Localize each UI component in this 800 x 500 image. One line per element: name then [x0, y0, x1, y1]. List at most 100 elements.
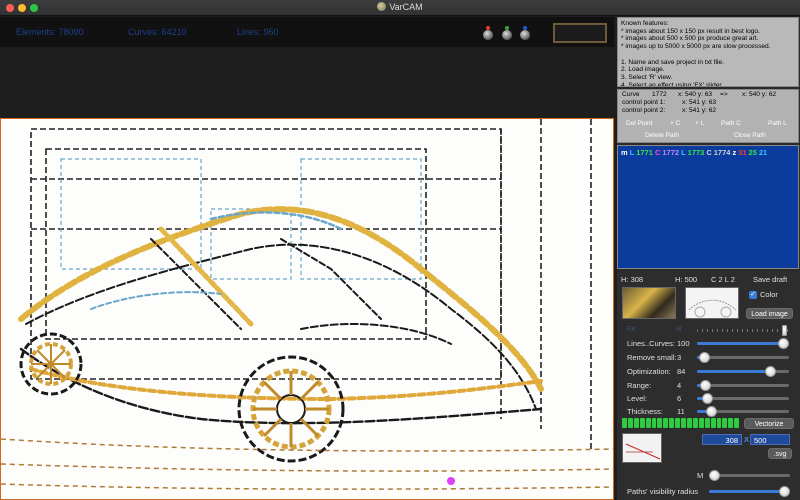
remove-small-thumb[interactable] [699, 352, 711, 363]
red-knob[interactable] [483, 30, 493, 40]
optimization-slider[interactable] [697, 366, 789, 377]
save-svg-button[interactable]: .svg [768, 448, 792, 459]
cp2-value: x: 541 y: 62 [682, 107, 717, 114]
m-slider[interactable] [709, 470, 790, 481]
fx-slider[interactable] [697, 325, 789, 336]
path-c-button[interactable]: Path C [721, 120, 741, 127]
path-l-button[interactable]: Path L [768, 120, 787, 127]
fx-slider-thumb[interactable] [782, 325, 788, 336]
path-token: L [681, 148, 686, 157]
range-thumb[interactable] [700, 380, 712, 391]
vector-thumb-sketch [688, 299, 737, 318]
dimension-x-label: X [744, 435, 750, 444]
visibility-radius-thumb[interactable] [779, 486, 790, 497]
notes-line: 2. Load image. [621, 66, 665, 74]
curve-from: x: 540 y: 63 [678, 91, 713, 98]
level-label: Level: [627, 394, 648, 403]
lines-curves-slider[interactable] [697, 338, 789, 349]
cp2-label: control point 2: [622, 107, 666, 114]
progress-segment [639, 418, 645, 428]
curve-info-panel: Curve 1772 x: 540 y: 63 => x: 540 y: 62 … [617, 89, 799, 143]
car-sketch-drawing [1, 119, 613, 490]
green-knob[interactable] [502, 30, 512, 40]
original-image-thumbnail[interactable] [622, 287, 676, 319]
height-label: H: 308 [621, 275, 644, 284]
close-path-button[interactable]: Close Path [734, 132, 766, 139]
remove-small-slider[interactable] [697, 352, 789, 363]
path-token: 1773 [687, 148, 705, 157]
app-icon [377, 2, 387, 11]
notes-line [621, 51, 795, 59]
path-token: 31 [738, 148, 747, 157]
save-draft-button[interactable]: Save draft [753, 275, 787, 284]
progress-segment [698, 418, 704, 428]
optimization-label: Optimization: [627, 367, 671, 376]
notes-line: * images about 500 x 500 px produce grea… [621, 35, 759, 43]
add-curve-button[interactable]: + C [670, 120, 680, 127]
lines-curves-fill [697, 342, 784, 345]
window-title-text: VarCAM [389, 2, 423, 12]
path-token: 1772 [662, 148, 680, 157]
lines-curves-label: Lines..Curves: [627, 339, 675, 348]
path-token: 1771 [636, 148, 653, 157]
m-label: M [697, 471, 704, 480]
add-line-button[interactable]: + L [695, 120, 704, 127]
visibility-radius-slider[interactable] [709, 486, 790, 497]
visibility-radius-label: Paths' visibility radius [627, 487, 699, 496]
cp1-label: control point 1: [622, 99, 666, 106]
output-width-field[interactable]: 308 [702, 434, 742, 445]
lines-curves-thumb[interactable] [778, 338, 789, 349]
top-stats-bar: Elements: 78090 Curves: 64210 Lines: 960 [0, 17, 614, 47]
thickness-label: Thickness: [627, 407, 663, 416]
thickness-thumb[interactable] [705, 406, 717, 417]
color-swatch[interactable] [553, 23, 607, 43]
delete-path-button[interactable]: Delete Path [645, 132, 679, 139]
range-slider[interactable] [697, 380, 789, 391]
blue-knob[interactable] [520, 30, 530, 40]
curves-count: Curves: 64210 [128, 27, 187, 37]
controls-panel: H: 308 H: 500 C 2 L 2 Save draft ✓ Color… [617, 271, 800, 500]
notes-line: * images up to 5000 x 5000 px are slow p… [621, 43, 771, 51]
curve-to: x: 540 y: 62 [742, 91, 777, 98]
notes-line: Known features: [621, 20, 669, 27]
m-thumb[interactable] [709, 470, 720, 481]
path-token: 1774 [713, 148, 731, 157]
optimization-thumb[interactable] [765, 366, 777, 377]
notes-line: 3. Select 'R' view. [621, 73, 673, 81]
color-checkbox[interactable]: ✓ [749, 291, 757, 299]
notes-line: * images about 150 x 150 px result in be… [621, 27, 760, 35]
load-image-button[interactable]: Load image [746, 308, 793, 319]
progress-segment [622, 418, 627, 428]
progress-segment [692, 418, 698, 428]
progress-segment [645, 418, 651, 428]
progress-segment [675, 418, 681, 428]
window-title: VarCAM [0, 2, 800, 12]
width-label: H: 500 [675, 275, 698, 284]
del-point-button[interactable]: Del Point [626, 120, 652, 127]
progress-segment [686, 418, 692, 428]
thickness-value: 11 [677, 407, 685, 416]
lines-curves-value: 100 [677, 339, 690, 348]
path-tokens-panel: m L 1771 C 1772 L 1773 C 1774 z 31 25 21 [617, 145, 799, 269]
fx-label: FX [627, 326, 636, 333]
vectorize-button[interactable]: Vectorize [744, 418, 794, 429]
vectorized-image-canvas[interactable] [0, 118, 614, 500]
right-panel: Known features: * images about 150 x 150 … [617, 17, 800, 500]
level-slider[interactable] [697, 393, 789, 404]
fx-tag: R [677, 326, 682, 333]
vector-image-thumbnail[interactable] [685, 287, 739, 319]
progress-segment [633, 418, 639, 428]
path-token: L [629, 148, 635, 157]
output-height-field[interactable]: 500 [750, 434, 790, 445]
thickness-slider[interactable] [697, 406, 789, 417]
optimization-fill [697, 370, 771, 373]
progress-segment [657, 418, 663, 428]
path-token: C [654, 148, 661, 157]
visibility-radius-fill [709, 490, 785, 493]
remove-small-label: Remove small: [627, 353, 677, 362]
app-window: VarCAM Elements: 78090 Curves: 64210 Lin… [0, 0, 800, 500]
curve-label: Curve [622, 91, 640, 98]
progress-segment [627, 418, 633, 428]
notes-line: 1. Name and save project in txt file. [621, 58, 724, 66]
level-thumb[interactable] [701, 393, 713, 404]
